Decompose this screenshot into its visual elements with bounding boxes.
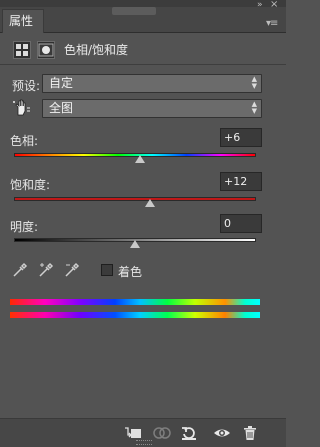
saturation-label: 饱和度:: [10, 178, 51, 192]
eyedropper-icon[interactable]: [12, 262, 28, 278]
range-value: 全图: [49, 101, 74, 115]
mask-icon[interactable]: [37, 41, 55, 59]
clip-to-layer-icon[interactable]: [124, 425, 141, 441]
resize-grip[interactable]: [136, 440, 152, 445]
adjustment-title: 色相/饱和度: [64, 43, 129, 57]
eyedropper-subtract-icon[interactable]: [64, 262, 80, 278]
range-select[interactable]: 全图 ▲ ▼: [42, 99, 262, 118]
reset-icon[interactable]: [181, 425, 197, 441]
trash-icon[interactable]: [242, 425, 258, 441]
preset-label: 预设:: [12, 79, 41, 93]
saturation-slider-thumb[interactable]: [144, 199, 155, 207]
lightness-label: 明度:: [10, 220, 39, 234]
collapse-icon[interactable]: »: [257, 0, 263, 10]
view-previous-state-icon[interactable]: [152, 425, 171, 441]
preset-select[interactable]: 自定 ▲ ▼: [42, 74, 262, 93]
lightness-input[interactable]: 0: [220, 214, 262, 233]
panel-grip-region[interactable]: [112, 7, 156, 15]
hue-input[interactable]: +6: [220, 128, 262, 147]
adjustment-layer-icon[interactable]: [13, 41, 31, 59]
header-divider: [0, 64, 286, 65]
input-color-bar: [10, 299, 260, 305]
panel-menu-icon[interactable]: ▾≡: [266, 18, 278, 29]
window-top-strip: [0, 0, 286, 7]
panel-header: 色相/饱和度: [0, 34, 286, 64]
hand-tool-icon[interactable]: [12, 98, 32, 118]
eyedropper-add-icon[interactable]: [38, 262, 54, 278]
output-color-bar: [10, 312, 260, 318]
lightness-slider-thumb[interactable]: [130, 240, 140, 248]
saturation-slider-track[interactable]: [14, 197, 256, 201]
hue-slider-thumb[interactable]: [134, 155, 145, 163]
visibility-eye-icon[interactable]: [213, 425, 230, 441]
preset-value: 自定: [49, 76, 74, 90]
colorize-checkbox[interactable]: [101, 264, 113, 276]
close-panel-icon[interactable]: ×: [270, 0, 278, 10]
tab-properties[interactable]: 属性: [2, 9, 44, 33]
chevron-updown-icon: ▲ ▼: [251, 100, 257, 115]
saturation-input[interactable]: +12: [220, 172, 262, 191]
hue-label: 色相:: [10, 134, 39, 148]
colorize-label: 着色: [118, 265, 143, 279]
chevron-updown-icon: ▲ ▼: [251, 75, 257, 90]
